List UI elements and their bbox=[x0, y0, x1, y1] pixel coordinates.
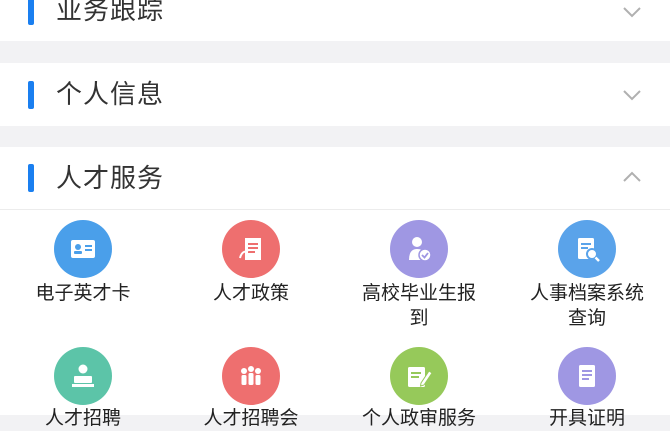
chevron-down-icon[interactable] bbox=[620, 0, 644, 24]
section-title: 人才服务 bbox=[56, 164, 165, 194]
service-item-certificate[interactable]: 开具证明 bbox=[512, 346, 662, 429]
service-label: 人才招聘会 bbox=[203, 407, 299, 429]
service-label: 人才招聘 bbox=[44, 407, 121, 429]
service-label: 电子英才卡 bbox=[35, 282, 131, 304]
section-business-tracking[interactable]: 业务跟踪 bbox=[0, 0, 670, 41]
service-item-graduate-checkin[interactable]: 高校毕业生报 到 bbox=[344, 219, 494, 329]
chevron-down-icon[interactable] bbox=[620, 83, 644, 107]
graduate-checkin-icon bbox=[390, 220, 448, 278]
service-label: 开具证明 bbox=[548, 407, 625, 429]
section-accent-bar bbox=[28, 164, 34, 192]
certificate-icon bbox=[558, 347, 616, 405]
service-item-e-talent-card[interactable]: 电子英才卡 bbox=[8, 219, 158, 329]
job-fair-icon bbox=[222, 347, 280, 405]
archive-search-icon bbox=[558, 220, 616, 278]
section-accent-bar bbox=[28, 0, 34, 25]
service-label: 人才政策 bbox=[212, 282, 289, 304]
section-title: 业务跟踪 bbox=[56, 0, 165, 26]
service-item-talent-policy[interactable]: 人才政策 bbox=[176, 219, 326, 329]
service-label: 个人政审服务 bbox=[361, 407, 476, 429]
service-label-line1: 人事档案系统 bbox=[529, 282, 644, 304]
chevron-up-icon[interactable] bbox=[620, 165, 644, 189]
section-accent-bar bbox=[28, 81, 34, 109]
id-card-icon bbox=[54, 220, 112, 278]
service-label-line1: 高校毕业生报 bbox=[361, 282, 476, 304]
review-edit-icon bbox=[390, 347, 448, 405]
section-title: 个人信息 bbox=[56, 80, 165, 110]
service-label-line2: 到 bbox=[409, 307, 429, 329]
policy-document-icon bbox=[222, 220, 280, 278]
section-talent-services: 人才服务 电子英才卡 人才政策 高校毕业生报 到 人事档案系统 查询 人才招聘 … bbox=[0, 147, 670, 429]
service-item-recruitment[interactable]: 人才招聘 bbox=[8, 346, 158, 429]
service-item-job-fair[interactable]: 人才招聘会 bbox=[176, 346, 326, 429]
service-label-line2: 查询 bbox=[567, 307, 606, 329]
service-item-political-review[interactable]: 个人政审服务 bbox=[344, 346, 494, 429]
recruitment-icon bbox=[54, 347, 112, 405]
section-personal-info[interactable]: 个人信息 bbox=[0, 63, 670, 126]
service-item-archive-query[interactable]: 人事档案系统 查询 bbox=[512, 219, 662, 329]
section-header[interactable]: 人才服务 bbox=[0, 147, 670, 210]
